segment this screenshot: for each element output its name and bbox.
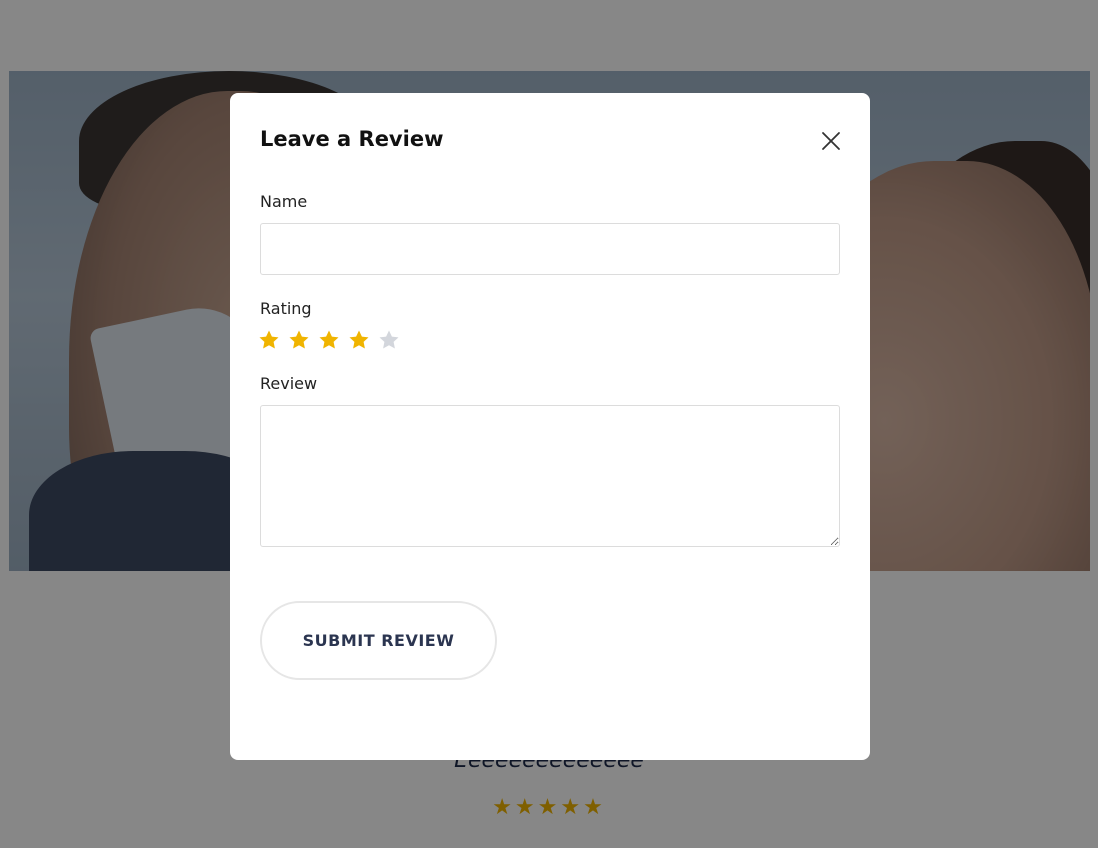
review-label: Review — [260, 374, 318, 393]
star-icon[interactable] — [348, 329, 370, 351]
star-icon[interactable] — [288, 329, 310, 351]
submit-review-button[interactable]: SUBMIT REVIEW — [260, 601, 497, 680]
star-icon[interactable] — [378, 329, 400, 351]
close-icon — [822, 132, 840, 150]
rating-label: Rating — [260, 299, 312, 318]
name-label: Name — [260, 192, 308, 211]
close-button[interactable] — [820, 130, 842, 152]
name-input[interactable] — [260, 223, 840, 275]
review-modal: Leave a Review Name Rating Review SUBMIT… — [230, 93, 870, 760]
review-textarea[interactable] — [260, 405, 840, 547]
page: Eeeeeeeeeeeeee ★★★★★ Leave a Review Name… — [0, 0, 1098, 848]
modal-title: Leave a Review — [260, 127, 444, 151]
rating-stars — [258, 329, 400, 353]
star-icon[interactable] — [258, 329, 280, 351]
star-icon[interactable] — [318, 329, 340, 351]
